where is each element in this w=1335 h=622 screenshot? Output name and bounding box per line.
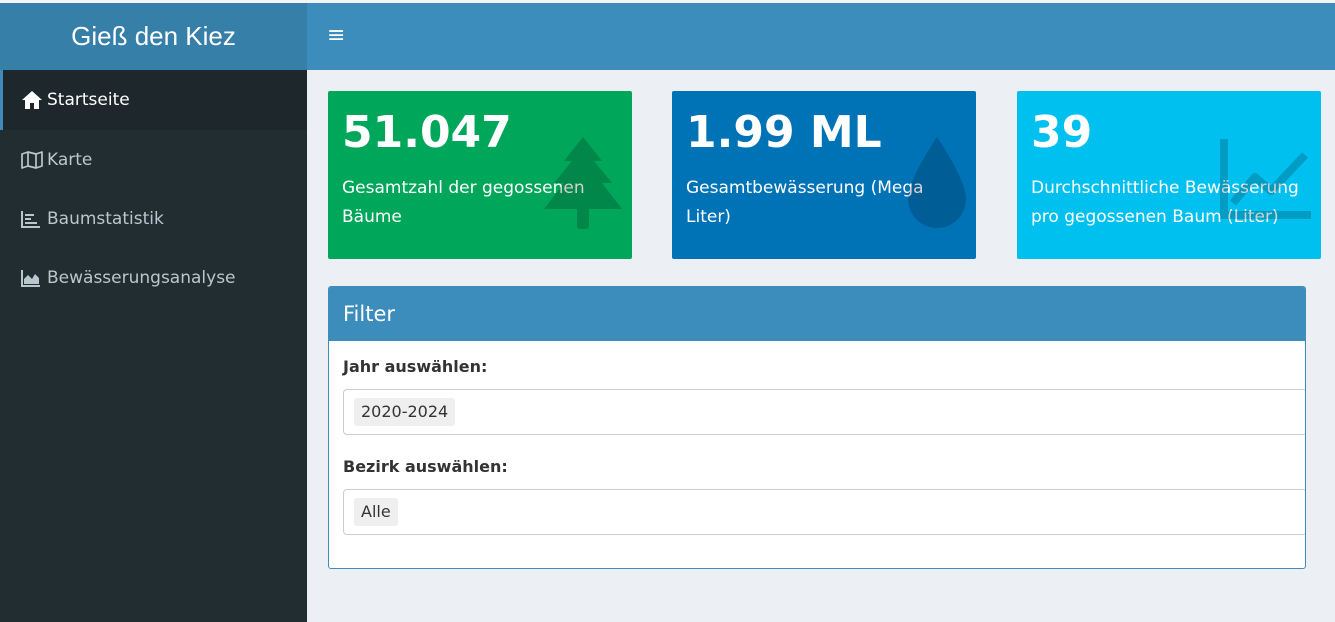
sidebar-item-label: Bewässerungsanalyse: [47, 267, 236, 288]
value-box-average-watering: 39 Durchschnittliche Bewässerung pro geg…: [1017, 91, 1321, 259]
tree-icon: [542, 135, 624, 231]
main-content: 51.047 Gesamtzahl der gegossenen Bäume 1…: [307, 70, 1335, 622]
district-selected-tag[interactable]: Alle: [354, 498, 398, 526]
area-chart-icon: [21, 267, 45, 289]
sidebar-menu: Startseite Karte Baumstatistik Bewässeru…: [0, 70, 307, 307]
value-box-value: 51.047: [342, 107, 512, 158]
district-filter-label: Bezirk auswählen:: [343, 457, 508, 476]
district-filter-group: Bezirk auswählen: Alle: [343, 457, 1305, 535]
app-logo-title[interactable]: Gieß den Kiez: [0, 3, 307, 70]
top-navbar: ≡: [307, 3, 1335, 70]
bars-icon[interactable]: ≡: [327, 23, 347, 49]
bar-chart-icon: [21, 208, 45, 230]
value-box-watered-trees: 51.047 Gesamtzahl der gegossenen Bäume: [328, 91, 632, 259]
sidebar: Gieß den Kiez Startseite Karte Baumstati…: [0, 3, 307, 622]
sidebar-item-label: Karte: [47, 149, 93, 170]
map-icon: [21, 149, 45, 171]
sidebar-item-baumstatistik[interactable]: Baumstatistik: [0, 189, 307, 248]
sidebar-item-label: Baumstatistik: [47, 208, 164, 229]
year-filter-group: Jahr auswählen: 2020-2024: [343, 357, 1305, 435]
year-select[interactable]: 2020-2024: [343, 389, 1305, 435]
sidebar-item-karte[interactable]: Karte: [0, 130, 307, 189]
district-select[interactable]: Alle: [343, 489, 1305, 535]
home-icon: [21, 89, 45, 111]
value-box-value: 39: [1031, 107, 1093, 158]
sidebar-item-startseite[interactable]: Startseite: [0, 70, 307, 130]
sidebar-item-bewaesserungsanalyse[interactable]: Bewässerungsanalyse: [0, 248, 307, 307]
sidebar-item-label: Startseite: [47, 90, 130, 110]
year-selected-tag[interactable]: 2020-2024: [354, 398, 456, 426]
line-chart-icon: [1219, 135, 1313, 221]
filter-panel-title: Filter: [329, 287, 1305, 341]
value-box-value: 1.99 ML: [686, 107, 882, 158]
value-box-total-watering: 1.99 ML Gesamtbewässerung (Mega Liter): [672, 91, 976, 259]
filter-panel: Filter Jahr auswählen: 2020-2024 Bezirk …: [328, 286, 1306, 569]
tint-icon: [906, 135, 968, 231]
year-filter-label: Jahr auswählen:: [343, 357, 488, 376]
